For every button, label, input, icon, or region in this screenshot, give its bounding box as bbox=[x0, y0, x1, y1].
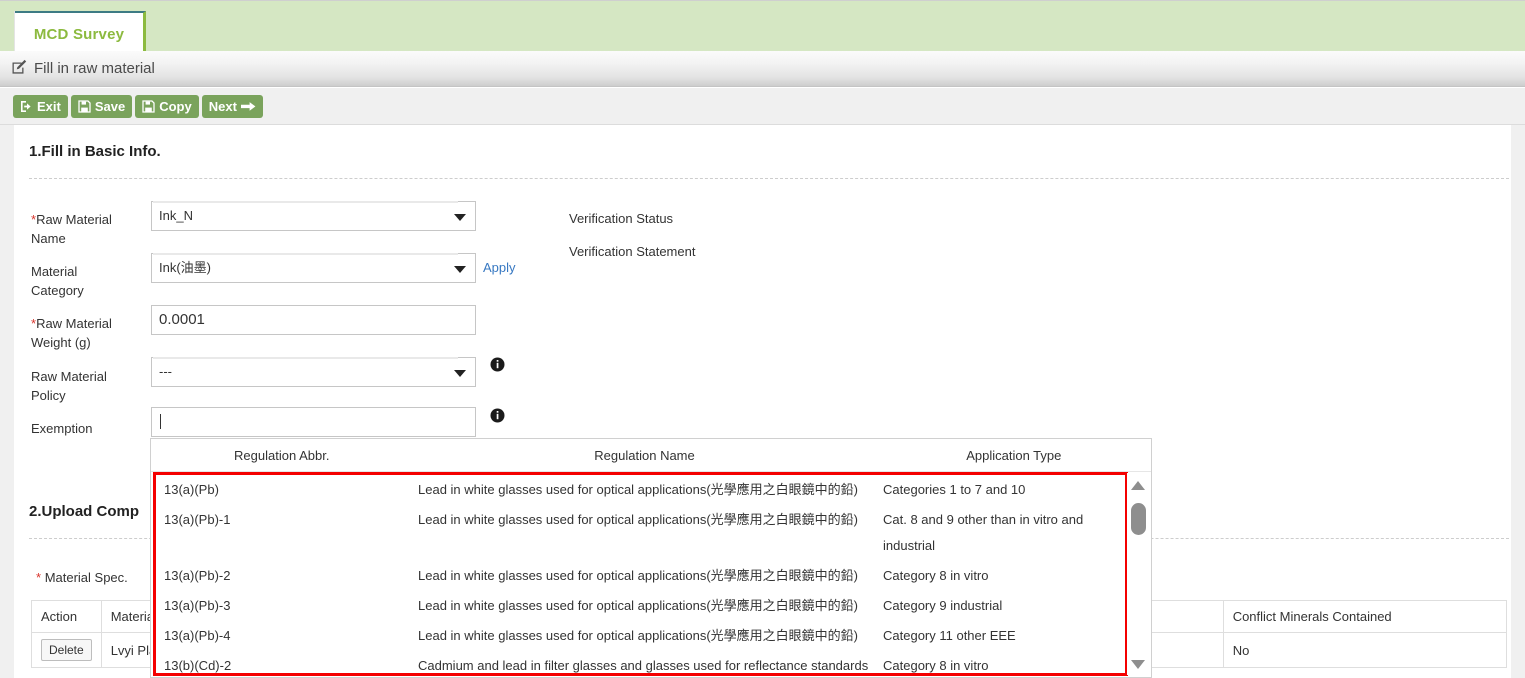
item-type: Categories 1 to 7 and 10 bbox=[883, 482, 1026, 497]
column-header-conflict-minerals: Conflict Minerals Contained bbox=[1222, 600, 1507, 633]
tab-label: MCD Survey bbox=[33, 26, 125, 43]
material-spec-label: * Material Spec. bbox=[36, 570, 128, 585]
list-item[interactable]: 13(a)(Pb)-2 Lead in white glasses used f… bbox=[156, 561, 1125, 591]
suggestion-scrollbar[interactable] bbox=[1127, 473, 1150, 675]
exemption-input[interactable] bbox=[151, 407, 476, 437]
save-label: Save bbox=[94, 98, 126, 114]
label-raw-material-policy: Raw Material Policy bbox=[31, 369, 107, 403]
list-item[interactable]: 13(a)(Pb)-1 Lead in white glasses used f… bbox=[156, 505, 1125, 561]
delete-button[interactable]: Delete bbox=[41, 639, 92, 661]
item-type: Cat. 8 and 9 other than in vitro and ind… bbox=[883, 512, 1084, 553]
raw-material-weight-value: 0.0001 bbox=[159, 311, 205, 328]
tab-mcd-survey[interactable]: MCD Survey bbox=[15, 11, 146, 56]
suggestion-list[interactable]: 13(a)(Pb) Lead in white glasses used for… bbox=[153, 472, 1128, 676]
suggestion-header-row: Regulation Abbr. Regulation Name Applica… bbox=[151, 439, 1151, 472]
section-title-upload-comp: 2.Upload Comp bbox=[29, 503, 140, 520]
label-material-category: Material Category bbox=[31, 264, 84, 298]
list-item[interactable]: 13(a)(Pb) Lead in white glasses used for… bbox=[156, 475, 1125, 505]
exit-label: Exit bbox=[37, 98, 61, 114]
column-header-application-type: Application Type bbox=[966, 447, 1062, 463]
material-category-value: Ink(油墨) bbox=[159, 260, 212, 275]
apply-link[interactable]: Apply bbox=[483, 260, 516, 275]
item-abbr: 13(b)(Cd)-2 bbox=[164, 658, 232, 673]
next-button[interactable]: Next bbox=[201, 94, 263, 118]
section-title-basic-info: 1.Fill in Basic Info. bbox=[29, 143, 161, 160]
list-item[interactable]: 13(b)(Cd)-2 Cadmium and lead in filter g… bbox=[156, 651, 1125, 673]
toolbar: Exit Save Copy Next bbox=[0, 88, 1525, 125]
copy-label: Copy bbox=[159, 98, 192, 114]
raw-material-name-value: Ink_N bbox=[159, 208, 193, 223]
column-header-action: Action bbox=[31, 600, 102, 633]
pencil-edit-icon bbox=[11, 59, 27, 78]
list-item[interactable]: 13(a)(Pb)-3 Lead in white glasses used f… bbox=[156, 591, 1125, 621]
info-icon-policy[interactable] bbox=[490, 357, 505, 375]
floppy-disk-copy-icon bbox=[142, 99, 155, 113]
item-name: Lead in white glasses used for optical a… bbox=[418, 598, 859, 613]
scroll-up-arrow-icon[interactable] bbox=[1131, 481, 1145, 490]
next-label: Next bbox=[208, 98, 237, 114]
verification-status-label: Verification Status bbox=[569, 211, 674, 226]
material-category-select[interactable]: Ink(油墨) bbox=[151, 253, 476, 283]
text-caret bbox=[160, 414, 161, 429]
divider-1 bbox=[29, 178, 1509, 179]
item-type: Category 11 other EEE bbox=[883, 628, 1016, 643]
sign-out-icon bbox=[20, 100, 33, 113]
item-name: Lead in white glasses used for optical a… bbox=[418, 512, 859, 527]
save-button[interactable]: Save bbox=[70, 94, 133, 118]
list-item[interactable]: 13(a)(Pb)-4 Lead in white glasses used f… bbox=[156, 621, 1125, 651]
tab-bar: MCD Survey bbox=[0, 0, 1525, 56]
raw-material-policy-value: --- bbox=[159, 364, 172, 379]
item-abbr: 13(a)(Pb)-3 bbox=[164, 598, 231, 613]
floppy-disk-icon bbox=[78, 99, 91, 113]
item-name: Lead in white glasses used for optical a… bbox=[418, 482, 859, 497]
breadcrumb: Fill in raw material bbox=[0, 51, 1525, 87]
label-raw-material-weight: *Raw Material Weight (g) bbox=[31, 316, 112, 350]
label-exemption: Exemption bbox=[31, 421, 93, 436]
label-raw-material-name: *Raw Material Name bbox=[31, 212, 112, 246]
item-name: Cadmium and lead in filter glasses and g… bbox=[418, 658, 869, 673]
cell-conflict-minerals: No bbox=[1222, 632, 1507, 668]
info-icon-exemption[interactable] bbox=[490, 408, 505, 426]
raw-material-weight-input[interactable]: 0.0001 bbox=[151, 305, 476, 335]
item-type: Category 8 in vitro bbox=[883, 568, 989, 583]
item-type: Category 9 industrial bbox=[883, 598, 1003, 613]
exit-button[interactable]: Exit bbox=[13, 94, 68, 118]
item-abbr: 13(a)(Pb) bbox=[164, 482, 219, 497]
item-type: Category 8 in vitro bbox=[883, 658, 989, 673]
cell-action: Delete bbox=[31, 632, 102, 668]
copy-button[interactable]: Copy bbox=[135, 94, 199, 118]
arrow-right-icon bbox=[240, 100, 256, 113]
item-abbr: 13(a)(Pb)-1 bbox=[164, 512, 231, 527]
item-abbr: 13(a)(Pb)-4 bbox=[164, 628, 231, 643]
column-header-regulation-name: Regulation Name bbox=[594, 447, 695, 463]
item-name: Lead in white glasses used for optical a… bbox=[418, 568, 859, 583]
item-abbr: 13(a)(Pb)-2 bbox=[164, 568, 231, 583]
item-name: Lead in white glasses used for optical a… bbox=[418, 628, 859, 643]
exemption-suggestion-dropdown: Regulation Abbr. Regulation Name Applica… bbox=[150, 438, 1152, 678]
verification-statement-label: Verification Statement bbox=[569, 244, 696, 259]
scrollbar-thumb[interactable] bbox=[1131, 503, 1146, 535]
raw-material-policy-select[interactable]: --- bbox=[151, 357, 476, 387]
page-title: Fill in raw material bbox=[34, 60, 155, 77]
raw-material-name-select[interactable]: Ink_N bbox=[151, 201, 476, 231]
column-header-regulation-abbr: Regulation Abbr. bbox=[234, 447, 330, 463]
scroll-down-arrow-icon[interactable] bbox=[1131, 660, 1145, 669]
